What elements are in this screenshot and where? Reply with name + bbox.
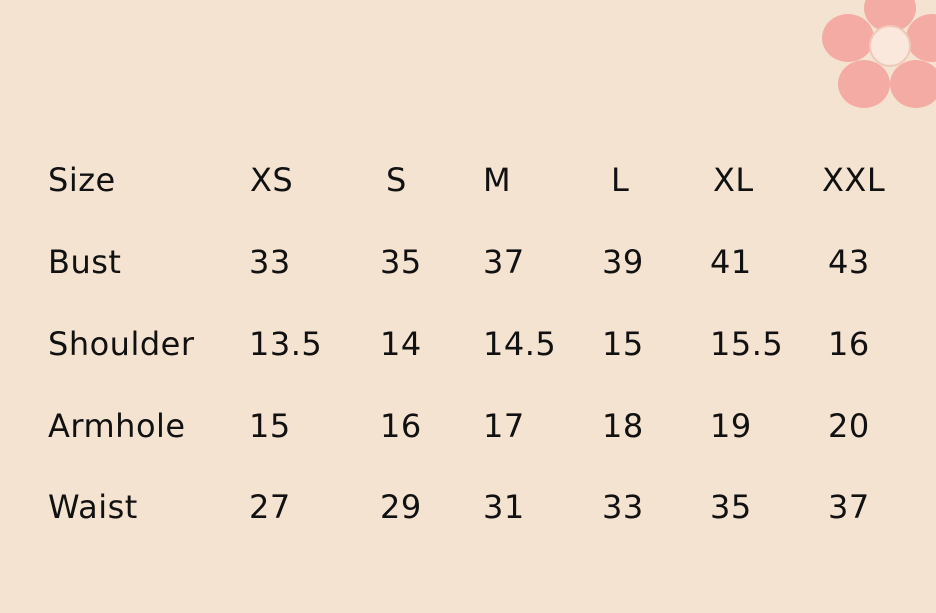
table-cell: 17	[483, 407, 525, 445]
header-size-xl: XL	[713, 161, 754, 199]
table-cell: 35	[380, 243, 422, 281]
table-cell: 41	[710, 243, 752, 281]
table-cell: 14.5	[483, 325, 557, 363]
row-label-armhole: Armhole	[48, 407, 186, 445]
table-cell: 39	[602, 243, 644, 281]
header-size-label: Size	[48, 161, 116, 199]
header-size-xs: XS	[250, 161, 294, 199]
header-size-m: M	[483, 161, 512, 199]
table-cell: 15.5	[710, 325, 784, 363]
size-chart-table: Size XS S M L XL XXL Bust 33 35 37 39 41…	[0, 0, 936, 613]
table-cell: 37	[828, 488, 870, 526]
table-cell: 33	[249, 243, 291, 281]
table-cell: 35	[710, 488, 752, 526]
row-label-waist: Waist	[48, 488, 138, 526]
table-cell: 16	[380, 407, 422, 445]
table-cell: 33	[602, 488, 644, 526]
table-cell: 27	[249, 488, 291, 526]
table-cell: 14	[380, 325, 422, 363]
table-cell: 15	[249, 407, 291, 445]
table-cell: 31	[483, 488, 525, 526]
row-label-shoulder: Shoulder	[48, 325, 195, 363]
table-row: Armhole 15 16 17 18 19 20	[0, 406, 936, 466]
table-row: Shoulder 13.5 14 14.5 15 15.5 16	[0, 324, 936, 384]
row-label-bust: Bust	[48, 243, 122, 281]
table-row: Waist 27 29 31 33 35 37	[0, 487, 936, 547]
header-size-xxl: XXL	[822, 161, 886, 199]
header-size-l: L	[611, 161, 630, 199]
table-cell: 13.5	[249, 325, 323, 363]
table-cell: 16	[828, 325, 870, 363]
table-cell: 43	[828, 243, 870, 281]
table-cell: 20	[828, 407, 870, 445]
table-cell: 37	[483, 243, 525, 281]
table-cell: 19	[710, 407, 752, 445]
table-cell: 29	[380, 488, 422, 526]
header-row: Size XS S M L XL XXL	[0, 160, 936, 220]
table-cell: 18	[602, 407, 644, 445]
table-row: Bust 33 35 37 39 41 43	[0, 242, 936, 302]
table-cell: 15	[602, 325, 644, 363]
header-size-s: S	[386, 161, 407, 199]
